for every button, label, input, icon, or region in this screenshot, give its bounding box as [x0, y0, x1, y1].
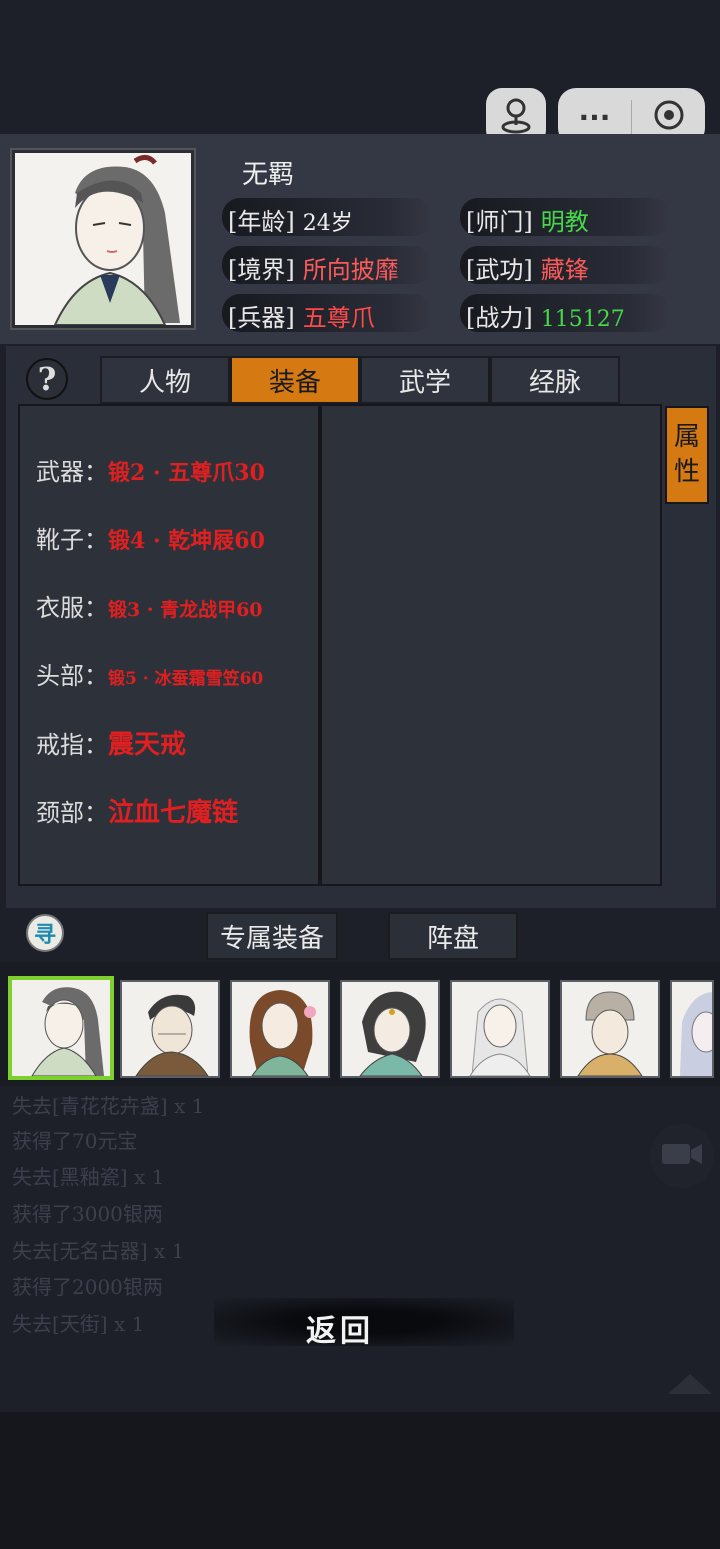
- info-value: 藏锋: [540, 256, 589, 284]
- equip-slot-head[interactable]: 头部：锻5 · 冰蚕霜雪笠60: [36, 656, 263, 691]
- log-entry: 获得了70元宝: [12, 1129, 138, 1153]
- slot-value: 锻3 · 青龙战甲60: [108, 599, 263, 621]
- info-label: [师门]: [466, 208, 533, 236]
- log-entry: 获得了3000银两: [12, 1202, 163, 1226]
- info-skill: [武功] 藏锋: [466, 250, 589, 285]
- slot-label: 头部：: [36, 662, 108, 690]
- log-entry: 获得了2000银两: [12, 1275, 163, 1299]
- info-sect: [师门] 明教: [466, 202, 589, 237]
- info-label: [兵器]: [228, 304, 295, 332]
- equip-slot-weapon[interactable]: 武器：锻2 · 五尊爪30: [36, 452, 265, 487]
- back-button[interactable]: 返回: [306, 1306, 374, 1350]
- roster-hero-4[interactable]: [340, 980, 440, 1078]
- info-value: 24岁: [302, 211, 353, 236]
- info-label: [武功]: [466, 256, 533, 284]
- slot-label: 衣服：: [36, 594, 108, 622]
- equip-slot-neck[interactable]: 颈部：泣血七魔链: [36, 792, 238, 829]
- more-dots-icon: ···: [578, 100, 611, 134]
- target-circle-icon: [652, 98, 686, 136]
- slot-value: 锻5 · 冰蚕霜雪笠60: [108, 669, 264, 689]
- attr-tab-char: 属: [673, 421, 700, 452]
- location-pin-icon: [498, 95, 534, 139]
- info-label: [境界]: [228, 256, 295, 284]
- slot-label: 戒指：: [36, 731, 108, 759]
- info-value: 115127: [540, 307, 625, 332]
- equip-slot-armor[interactable]: 衣服：锻3 · 青龙战甲60: [36, 588, 263, 623]
- collapse-arrow-icon[interactable]: [668, 1374, 712, 1394]
- bottom-area: [0, 1412, 720, 1549]
- slot-value: 泣血七魔链: [108, 798, 239, 828]
- roster-hero-1[interactable]: [8, 976, 114, 1080]
- roster-hero-2[interactable]: [120, 980, 220, 1078]
- slot-label: 颈部：: [36, 799, 108, 827]
- slot-value: 锻4 · 乾坤屐60: [108, 528, 265, 554]
- record-button[interactable]: [650, 1124, 714, 1188]
- help-button[interactable]: ?: [26, 358, 68, 400]
- roster-hero-7[interactable]: [670, 980, 714, 1078]
- equip-slot-boots[interactable]: 靴子：锻4 · 乾坤屐60: [36, 520, 265, 555]
- slot-value: 锻2 · 五尊爪30: [108, 460, 265, 486]
- slot-label: 靴子：: [36, 526, 108, 554]
- xun-search-icon: 寻: [33, 922, 56, 948]
- info-value: 明教: [540, 208, 589, 236]
- tab-formation[interactable]: 阵盘: [388, 912, 518, 960]
- tab-label: 专属装备: [219, 923, 324, 954]
- attributes-tab[interactable]: 属 性: [665, 406, 709, 504]
- info-label: [年龄]: [228, 208, 295, 236]
- character-profile: 无羁 [年龄] 24岁 [师门] 明教 [境界] 所向披靡 [武功] 藏锋 [兵器] 五尊…: [0, 134, 720, 344]
- roster-hero-6[interactable]: [560, 980, 660, 1078]
- log-entry: 失去[无名古器] x 1: [12, 1239, 185, 1263]
- info-label: [战力]: [466, 304, 533, 332]
- slot-label: 武器：: [36, 458, 108, 486]
- tab-label: 经脉: [528, 367, 581, 398]
- info-age: [年龄] 24岁: [228, 202, 353, 237]
- log-entry: 失去[天街] x 1: [12, 1312, 145, 1336]
- roster-hero-3[interactable]: [230, 980, 330, 1078]
- search-button[interactable]: 寻: [26, 914, 64, 952]
- tab-label: 武学: [398, 367, 451, 398]
- info-value: 五尊爪: [302, 304, 375, 332]
- tab-martial-arts[interactable]: 武学: [360, 356, 490, 404]
- camera-icon: [661, 1140, 703, 1172]
- equipment-detail: [320, 404, 662, 886]
- info-power: [战力] 115127: [466, 298, 625, 333]
- tab-exclusive-equipment[interactable]: 专属装备: [206, 912, 338, 960]
- tab-character[interactable]: 人物: [100, 356, 230, 404]
- info-value: 所向披靡: [302, 256, 399, 284]
- tab-meridians[interactable]: 经脉: [490, 356, 620, 404]
- equip-slot-ring[interactable]: 戒指：震天戒: [36, 724, 186, 761]
- question-mark-icon: ?: [37, 360, 57, 398]
- character-name: 无羁: [242, 160, 295, 190]
- tab-label: 阵盘: [426, 923, 479, 954]
- attr-tab-char: 性: [673, 457, 700, 487]
- tab-label: 装备: [268, 367, 321, 398]
- tab-label: 人物: [138, 367, 191, 398]
- slot-value: 震天戒: [108, 730, 187, 760]
- tab-equipment[interactable]: 装备: [230, 356, 360, 404]
- character-portrait: [12, 150, 194, 328]
- info-weapon: [兵器] 五尊爪: [228, 298, 375, 333]
- log-entry: 失去[黑釉瓷] x 1: [12, 1165, 165, 1189]
- roster-hero-5[interactable]: [450, 980, 550, 1078]
- info-realm: [境界] 所向披靡: [228, 250, 399, 285]
- log-entry: 失去[青花花卉盏] x 1: [12, 1094, 205, 1118]
